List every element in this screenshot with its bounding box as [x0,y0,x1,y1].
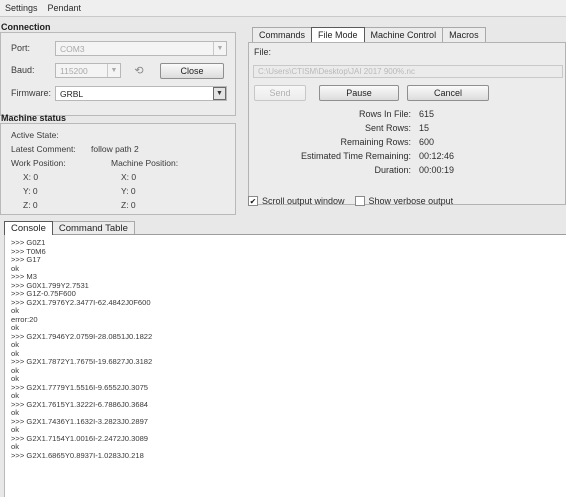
remaining-rows-label: Remaining Rows: [340,137,411,147]
work-y: Y: 0 [23,186,38,196]
tab-machine-control[interactable]: Machine Control [363,27,444,42]
menu-pendant[interactable]: Pendant [46,3,84,13]
chevron-down-icon: ▼ [107,64,120,77]
console-line: ok [11,340,20,349]
baud-select[interactable]: 115200 ▼ [55,63,121,78]
verbose-output-label: Show verbose output [368,196,454,206]
console-line: >>> G2X1.7436Y1.1632I-3.2823J0.2897 [11,416,149,426]
file-mode-panel: File: C:\Users\CTISM\Desktop\JAI 2017 90… [248,42,566,205]
console-line: >>> G2X1.7779Y1.5516I-9.6552J0.3075 [11,382,149,392]
scroll-output-checkbox[interactable]: ✔ [248,196,258,206]
remaining-rows-value: 600 [419,137,435,147]
estimated-time-value: 00:12:46 [419,151,455,161]
estimated-time-label: Estimated Time Remaining: [300,151,411,161]
tab-commands[interactable]: Commands [252,27,313,42]
firmware-select[interactable]: GRBL ▼ [55,86,227,101]
file-path-field[interactable]: C:\Users\CTISM\Desktop\JAI 2017 900%.nc [253,65,563,78]
machine-status-title: Machine status [1,113,67,123]
duration-label: Duration: [374,165,411,175]
pause-button[interactable]: Pause [319,85,399,101]
machine-y: Y: 0 [121,186,136,196]
latest-comment-value: follow path 2 [91,144,139,154]
work-z: Z: 0 [23,200,38,210]
tab-macros[interactable]: Macros [442,27,486,42]
console-line: >>> G17 [11,255,41,264]
chevron-down-icon: ▼ [213,42,226,55]
machine-position-label: Machine Position: [111,158,179,168]
baud-label: Baud: [11,65,35,75]
refresh-icon[interactable]: ⟲ [131,62,147,78]
console-line: >>> G2X1.7946Y2.0759I-28.0851J0.1822 [11,331,153,341]
scroll-output-label: Scroll output window [262,196,345,206]
sent-rows-value: 15 [419,123,430,133]
chevron-down-icon: ▼ [213,87,226,100]
latest-comment-label: Latest Comment: [11,144,76,154]
close-button[interactable]: Close [160,63,224,79]
tab-console[interactable]: Console [4,221,53,235]
duration-value: 00:00:19 [419,165,455,175]
console-line: ok [11,263,20,273]
console-line: >>> M3 [11,272,37,281]
send-button[interactable]: Send [254,85,306,101]
menu-bar: Settings Pendant [0,0,566,17]
port-label: Port: [11,43,31,53]
active-state-label: Active State: [11,130,59,140]
tab-command-table[interactable]: Command Table [51,221,135,235]
rows-in-file-value: 615 [419,109,435,119]
machine-status-panel: Active State: Latest Comment: follow pat… [0,123,236,215]
console-line: >>> G2X1.7872Y1.7675I-19.6827J0.3182 [11,357,153,366]
output-options: ✔ Scroll output window Show verbose outp… [248,196,453,206]
port-value: COM3 [60,44,85,54]
tab-file-mode[interactable]: File Mode [311,27,365,42]
work-x: X: 0 [23,172,39,182]
baud-value: 115200 [60,66,88,76]
port-select[interactable]: COM3 ▼ [55,41,227,56]
console-line: >>> G0Z1 [11,238,46,247]
verbose-output-checkbox[interactable] [354,196,365,206]
console-line: >>> G2X1.7154Y1.0016I-2.2472J0.3089 [11,433,149,443]
right-panel: Commands File Mode Machine Control Macro… [248,18,566,218]
file-label: File: [254,47,272,57]
menu-settings[interactable]: Settings [3,3,40,13]
cancel-button[interactable]: Cancel [407,85,489,101]
console-tabs: Console Command Table [4,221,135,235]
mode-tabs: Commands File Mode Machine Control Macro… [252,27,486,42]
machine-z: Z: 0 [121,200,136,210]
firmware-value: GRBL [60,89,84,99]
sent-rows-label: Sent Rows: [364,123,411,133]
console-line: >>> G2X1.6865Y0.8937I-1.0283J0.218 [11,450,144,460]
console-line: error:20 [11,314,38,324]
console-lines: >>> G0Z1 >>> T0M6 >>> G17 ok >>> M3 >>> G0X1.… [11,238,561,460]
work-position-label: Work Position: [11,158,66,168]
connection-title: Connection [1,22,51,32]
rows-in-file-label: Rows In File: [358,109,411,119]
console-line: >>> G2X1.7615Y1.3222I-6.7886J0.3684 [11,399,149,409]
console-line: ok [11,306,20,315]
firmware-label: Firmware: [11,88,51,98]
machine-x: X: 0 [121,172,137,182]
console-line: >>> T0M6 [11,246,46,256]
left-panel: Connection Port: COM3 ▼ Baud: 115200 ▼ ⟲… [0,18,240,218]
console-line: >>> G0X1.799Y2.7531 [11,280,89,290]
console-line: ok [11,365,20,375]
console-output[interactable]: >>> G0Z1 >>> T0M6 >>> G17 ok >>> M3 >>> G0X1.… [4,234,566,497]
console-line: >>> G2X1.7976Y2.3477I-62.4842J0F600 [11,297,151,307]
connection-panel: Port: COM3 ▼ Baud: 115200 ▼ ⟲ Close Firm… [0,32,236,116]
